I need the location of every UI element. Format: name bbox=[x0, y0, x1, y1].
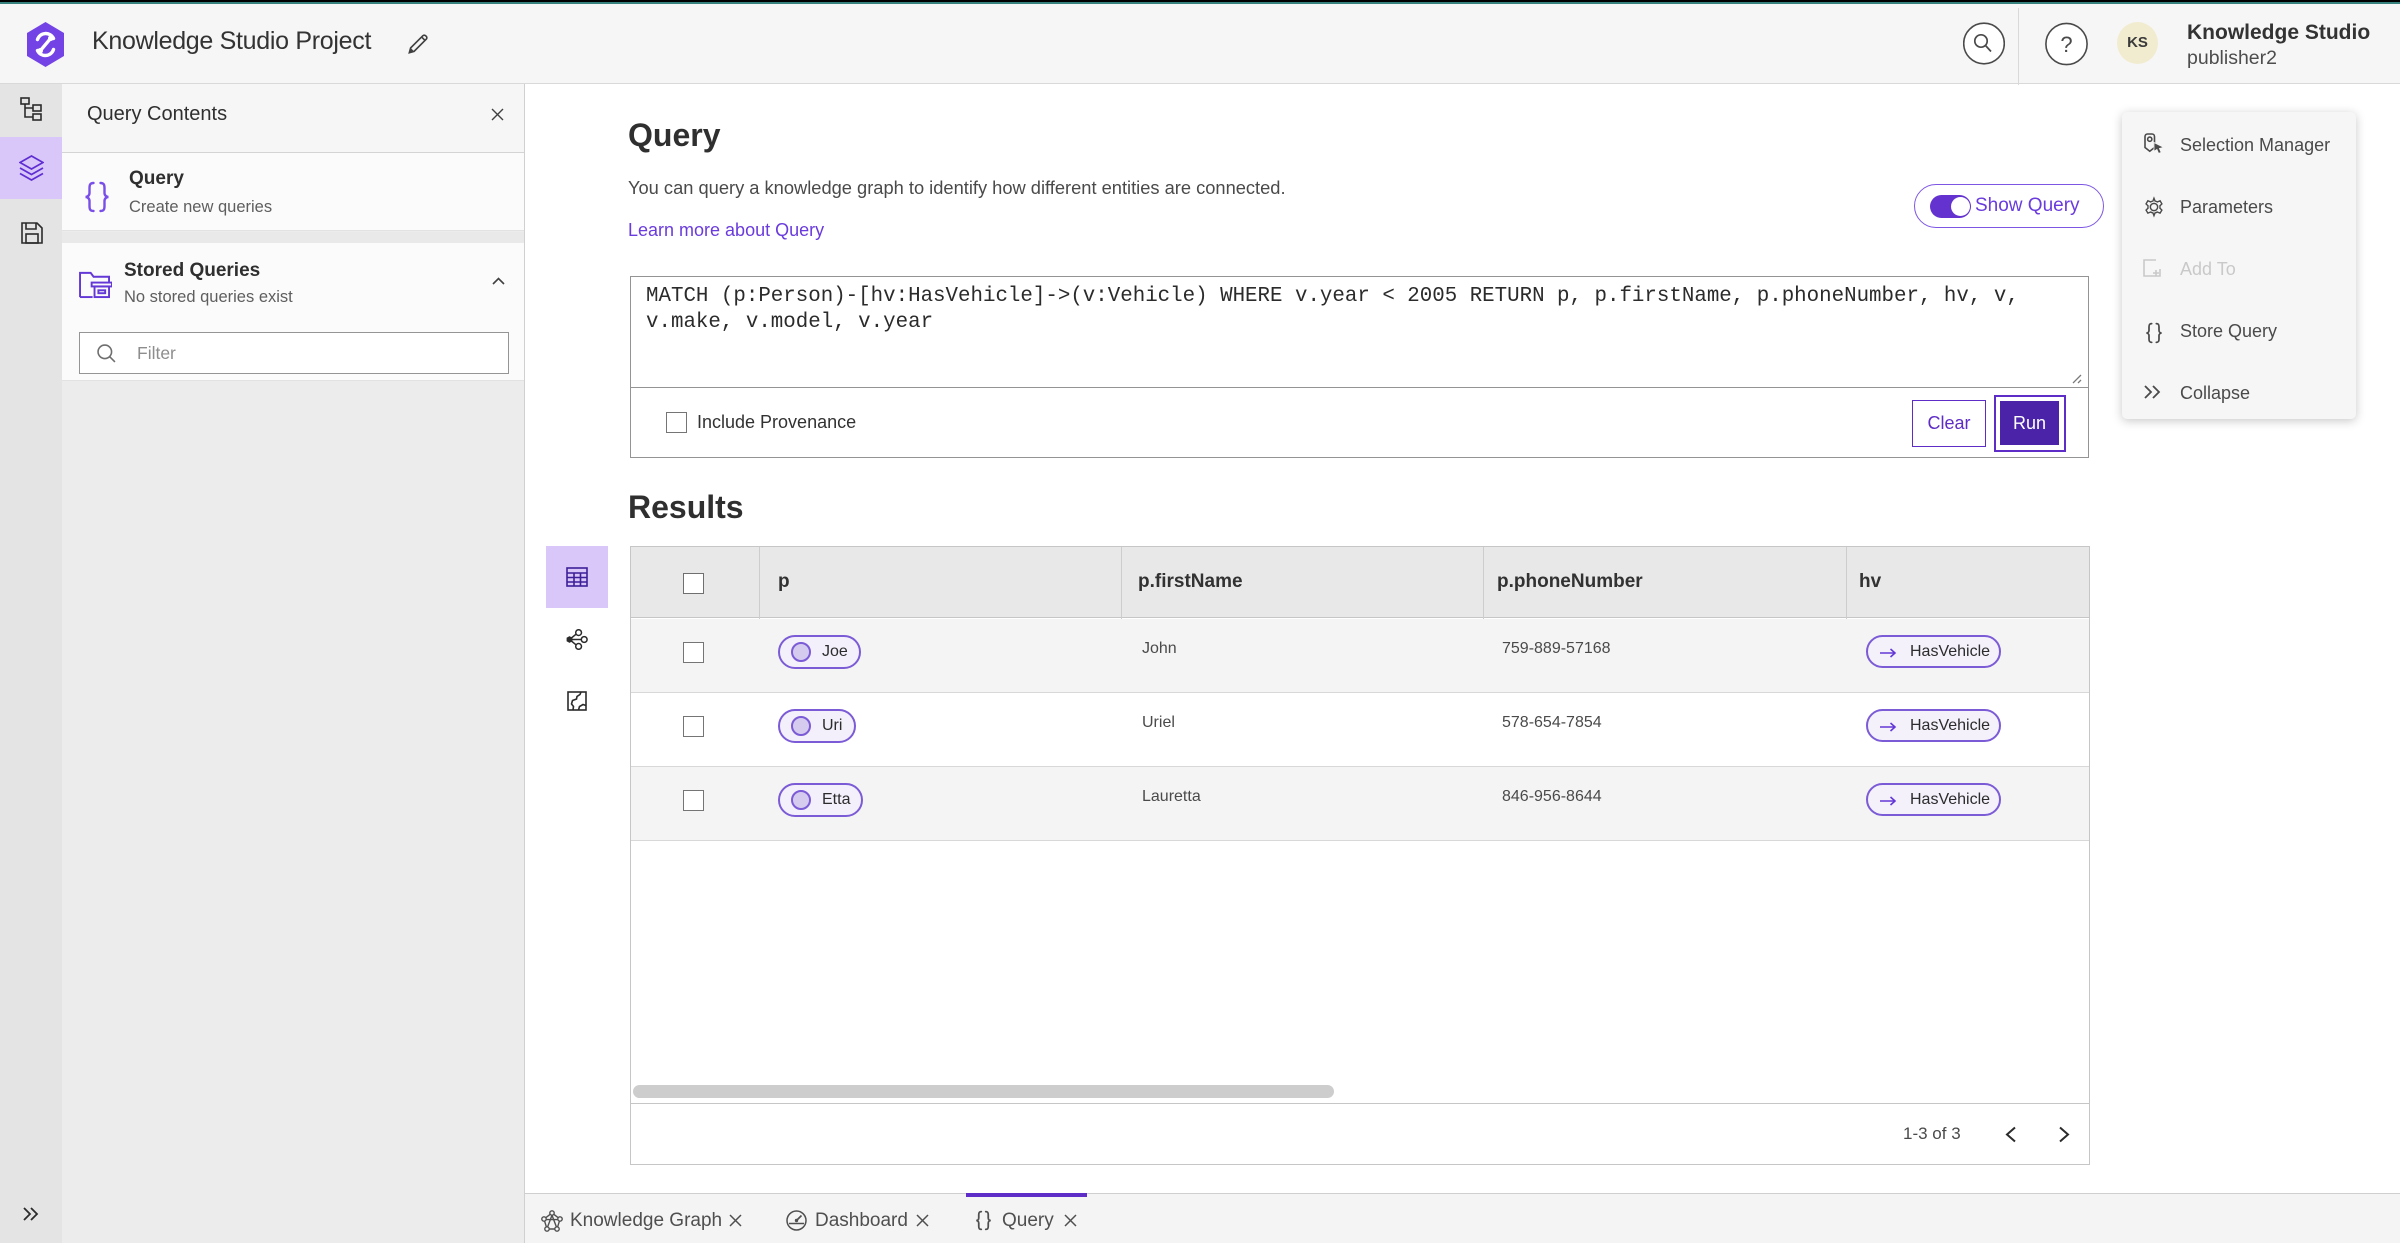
svg-text:?: ? bbox=[2060, 32, 2072, 57]
